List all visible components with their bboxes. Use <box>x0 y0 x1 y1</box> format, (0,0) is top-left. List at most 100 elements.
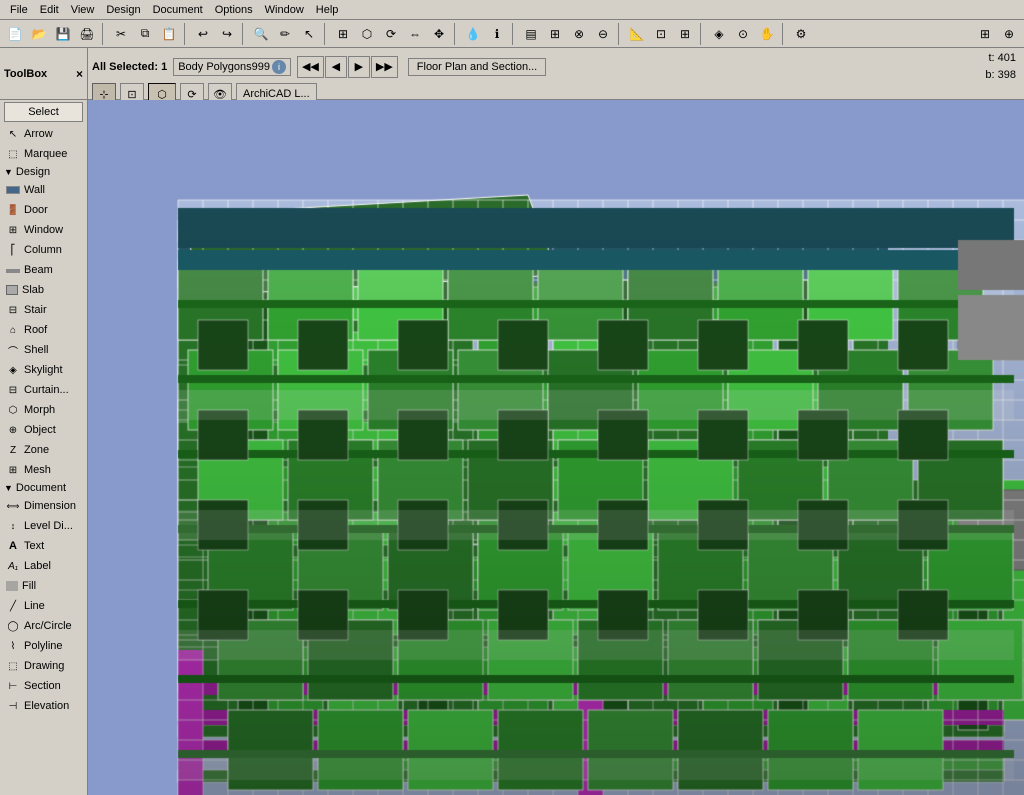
arrow-label: Arrow <box>24 128 53 140</box>
design-section-header[interactable]: ▼ Design <box>0 164 87 180</box>
toolbox-close-icon[interactable]: × <box>76 67 83 81</box>
arc-circle-tool[interactable]: ◯ Arc/Circle <box>0 616 87 636</box>
menu-design[interactable]: Design <box>100 3 146 17</box>
select-all-button[interactable]: ⊞ <box>332 23 354 45</box>
menu-edit[interactable]: Edit <box>34 3 65 17</box>
new-button[interactable]: 📄 <box>4 23 26 45</box>
level-dim-icon: ↕ <box>6 519 20 533</box>
section-tool[interactable]: ⊢ Section <box>0 676 87 696</box>
level-dim-tool[interactable]: ↕ Level Di... <box>0 516 87 536</box>
view3d-button[interactable]: ◈ <box>708 23 730 45</box>
curtain-tool[interactable]: ⊟ Curtain... <box>0 380 87 400</box>
rotate-button[interactable]: ⟳ <box>380 23 402 45</box>
dimension-label: Dimension <box>24 500 76 512</box>
menu-view[interactable]: View <box>65 3 101 17</box>
b-label: b: <box>985 69 994 81</box>
roof-icon: ⌂ <box>6 323 20 337</box>
dimension-tool[interactable]: ⟺ Dimension <box>0 496 87 516</box>
document-section-header[interactable]: ▼ Document <box>0 480 87 496</box>
sep6 <box>512 23 516 45</box>
redo-button[interactable]: ↪ <box>216 23 238 45</box>
menu-window[interactable]: Window <box>259 3 310 17</box>
coords-display: t: 401 b: 398 <box>985 50 1020 83</box>
grid-button[interactable]: ⊞ <box>674 23 696 45</box>
column-tool[interactable]: ⎡ Column <box>0 240 87 260</box>
menu-options[interactable]: Options <box>209 3 259 17</box>
shell-tool[interactable]: ⌒ Shell <box>0 340 87 360</box>
layers-button[interactable]: ▤ <box>520 23 542 45</box>
intersect-button[interactable]: ⊗ <box>568 23 590 45</box>
morph-tool[interactable]: ⬡ Morph <box>0 400 87 420</box>
elevation-tool[interactable]: ⊣ Elevation <box>0 696 87 716</box>
move-button[interactable]: ✥ <box>428 23 450 45</box>
print-button[interactable]: 🖨 <box>76 23 98 45</box>
settings-button[interactable]: ⚙ <box>790 23 812 45</box>
pan-button[interactable]: ✋ <box>756 23 778 45</box>
selection-label: All Selected: 1 <box>92 61 167 73</box>
menu-document[interactable]: Document <box>147 3 209 17</box>
skylight-tool[interactable]: ◈ Skylight <box>0 360 87 380</box>
nav-prev-button[interactable]: ◀ <box>325 56 347 78</box>
extra-btn1[interactable]: ⊞ <box>974 23 996 45</box>
menu-help[interactable]: Help <box>310 3 345 17</box>
label-tool[interactable]: A₁ Label <box>0 556 87 576</box>
polyline-label: Polyline <box>24 640 63 652</box>
lasso-button[interactable]: ⬡ <box>356 23 378 45</box>
context-bar: ToolBox × All Selected: 1 Body Polygons9… <box>0 48 1024 100</box>
cut-button[interactable]: ✂ <box>110 23 132 45</box>
zone-tool[interactable]: Z Zone <box>0 440 87 460</box>
marquee-tool[interactable]: ⬚ Marquee <box>0 144 87 164</box>
wall-tool[interactable]: Wall <box>0 180 87 200</box>
design-section-label: Design <box>16 166 50 178</box>
door-tool[interactable]: 🚪 Door <box>0 200 87 220</box>
save-button[interactable]: 💾 <box>52 23 74 45</box>
open-button[interactable]: 📂 <box>28 23 50 45</box>
stair-tool[interactable]: ⊟ Stair <box>0 300 87 320</box>
polyline-tool[interactable]: ⌇ Polyline <box>0 636 87 656</box>
sep8 <box>700 23 704 45</box>
snap-button[interactable]: ⊡ <box>650 23 672 45</box>
copy-button[interactable]: ⧉ <box>134 23 156 45</box>
viewport[interactable] <box>88 100 1024 795</box>
undo-button[interactable]: ↩ <box>192 23 214 45</box>
marquee-icon: ⬚ <box>6 147 20 161</box>
nav-first-button[interactable]: ◀◀ <box>297 56 324 78</box>
fill-tool[interactable]: Fill <box>0 576 87 596</box>
document-triangle-icon: ▼ <box>4 483 13 493</box>
floor-plan-button[interactable]: Floor Plan and Section... <box>408 58 546 76</box>
stair-label: Stair <box>24 304 47 316</box>
menu-file[interactable]: File <box>4 3 34 17</box>
window-tool[interactable]: ⊞ Window <box>0 220 87 240</box>
eyedrop-button[interactable]: 💧 <box>462 23 484 45</box>
beam-tool[interactable]: Beam <box>0 260 87 280</box>
select-tool[interactable]: Select <box>4 102 83 122</box>
orbit-button[interactable]: ⊙ <box>732 23 754 45</box>
window-icon: ⊞ <box>6 223 20 237</box>
beam-icon <box>6 269 20 273</box>
roof-tool[interactable]: ⌂ Roof <box>0 320 87 340</box>
sep9 <box>782 23 786 45</box>
drawing-tool[interactable]: ⬚ Drawing <box>0 656 87 676</box>
marquee-label: Marquee <box>24 148 67 160</box>
zoom-magnify-button[interactable]: 🔍 <box>250 23 272 45</box>
slab-icon <box>6 285 18 295</box>
arc-label: Arc/Circle <box>24 620 72 632</box>
nav-next-button[interactable]: ▶ <box>348 56 370 78</box>
info-button[interactable]: ℹ <box>486 23 508 45</box>
measure-button[interactable]: 📐 <box>626 23 648 45</box>
text-tool[interactable]: A Text <box>0 536 87 556</box>
pointer-button[interactable]: ↖ <box>298 23 320 45</box>
subtract-button[interactable]: ⊖ <box>592 23 614 45</box>
line-tool[interactable]: ╱ Line <box>0 596 87 616</box>
paste-button[interactable]: 📋 <box>158 23 180 45</box>
mesh-tool[interactable]: ⊞ Mesh <box>0 460 87 480</box>
mirror-button[interactable]: ⇔ <box>404 23 426 45</box>
arrow-tool[interactable]: ↖ Arrow <box>0 124 87 144</box>
body-info-icon[interactable]: i <box>272 60 286 74</box>
slab-tool[interactable]: Slab <box>0 280 87 300</box>
pencil-button[interactable]: ✏ <box>274 23 296 45</box>
group-button[interactable]: ⊞ <box>544 23 566 45</box>
object-tool[interactable]: ⊕ Object <box>0 420 87 440</box>
nav-last-button[interactable]: ▶▶ <box>371 56 398 78</box>
extra-btn2[interactable]: ⊕ <box>998 23 1020 45</box>
